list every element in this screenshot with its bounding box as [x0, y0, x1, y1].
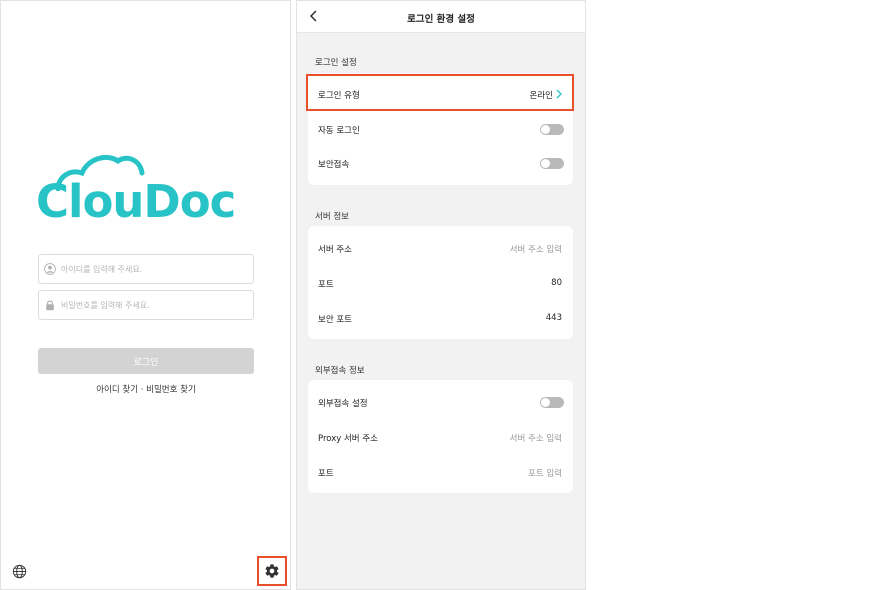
cloudoc-logo: ClouDoc — [36, 151, 258, 231]
lock-icon — [46, 300, 54, 311]
section-title-external: 외부접속 정보 — [315, 366, 365, 376]
external-port-label: 포트 — [318, 469, 334, 479]
logo-text: ClouDoc — [36, 175, 236, 228]
server-info-card: 서버 주소 서버 주소 입력 포트 80 보안 포트 443 — [308, 226, 573, 339]
auto-login-toggle[interactable] — [540, 124, 564, 135]
external-port-input[interactable]: 포트 입력 — [528, 467, 562, 479]
server-address-input[interactable]: 서버 주소 입력 — [510, 243, 562, 255]
external-access-toggle[interactable] — [540, 397, 564, 408]
password-input[interactable] — [61, 300, 241, 310]
section-title-login: 로그인 설정 — [315, 58, 357, 68]
settings-button[interactable] — [257, 556, 287, 586]
server-address-label: 서버 주소 — [318, 245, 352, 255]
gear-icon — [265, 564, 279, 578]
port-label: 포트 — [318, 280, 334, 290]
user-icon — [44, 263, 56, 275]
secure-port-value[interactable]: 443 — [546, 313, 562, 323]
external-access-label: 외부접속 설정 — [318, 399, 368, 409]
auto-login-row: 자동 로그인 — [308, 112, 573, 146]
id-input[interactable] — [61, 264, 241, 274]
proxy-address-input[interactable]: 서버 주소 입력 — [510, 432, 562, 444]
password-field[interactable] — [38, 290, 254, 320]
find-id-password-link[interactable]: 아이디 찾기 · 비밀번호 찾기 — [38, 383, 254, 395]
external-port-row[interactable]: 포트 포트 입력 — [308, 455, 573, 489]
page-title: 로그인 환경 설정 — [407, 14, 475, 25]
proxy-address-label: Proxy 서버 주소 — [318, 434, 378, 444]
login-screen: ClouDoc 로그인 아이디 찾기 · 비밀번호 찾기 — [0, 0, 291, 590]
external-access-card: 외부접속 설정 Proxy 서버 주소 서버 주소 입력 포트 포트 입력 — [308, 380, 573, 493]
proxy-address-row[interactable]: Proxy 서버 주소 서버 주소 입력 — [308, 420, 573, 454]
globe-icon[interactable] — [12, 564, 27, 579]
secure-port-label: 보안 포트 — [318, 315, 352, 325]
id-field[interactable] — [38, 254, 254, 284]
login-settings-screen: 로그인 환경 설정 로그인 설정 로그인 유형 온라인 자동 로그인 보안접속 … — [296, 0, 586, 590]
top-bar: 로그인 환경 설정 — [297, 1, 585, 33]
login-type-row[interactable]: 로그인 유형 온라인 — [308, 77, 573, 111]
server-address-row[interactable]: 서버 주소 서버 주소 입력 — [308, 231, 573, 265]
external-access-row: 외부접속 설정 — [308, 385, 573, 419]
secure-connection-label: 보안접속 — [318, 160, 350, 170]
port-value[interactable]: 80 — [551, 278, 562, 288]
login-type-label: 로그인 유형 — [318, 91, 360, 101]
chevron-right-icon — [556, 89, 562, 99]
secure-connection-toggle[interactable] — [540, 158, 564, 169]
section-title-server: 서버 정보 — [315, 212, 349, 222]
secure-connection-row: 보안접속 — [308, 146, 573, 180]
login-settings-card: 로그인 유형 온라인 자동 로그인 보안접속 — [308, 73, 573, 185]
login-type-value: 온라인 — [529, 91, 553, 101]
login-button[interactable]: 로그인 — [38, 348, 254, 374]
auto-login-label: 자동 로그인 — [318, 126, 360, 136]
port-row[interactable]: 포트 80 — [308, 266, 573, 300]
secure-port-row[interactable]: 보안 포트 443 — [308, 301, 573, 335]
